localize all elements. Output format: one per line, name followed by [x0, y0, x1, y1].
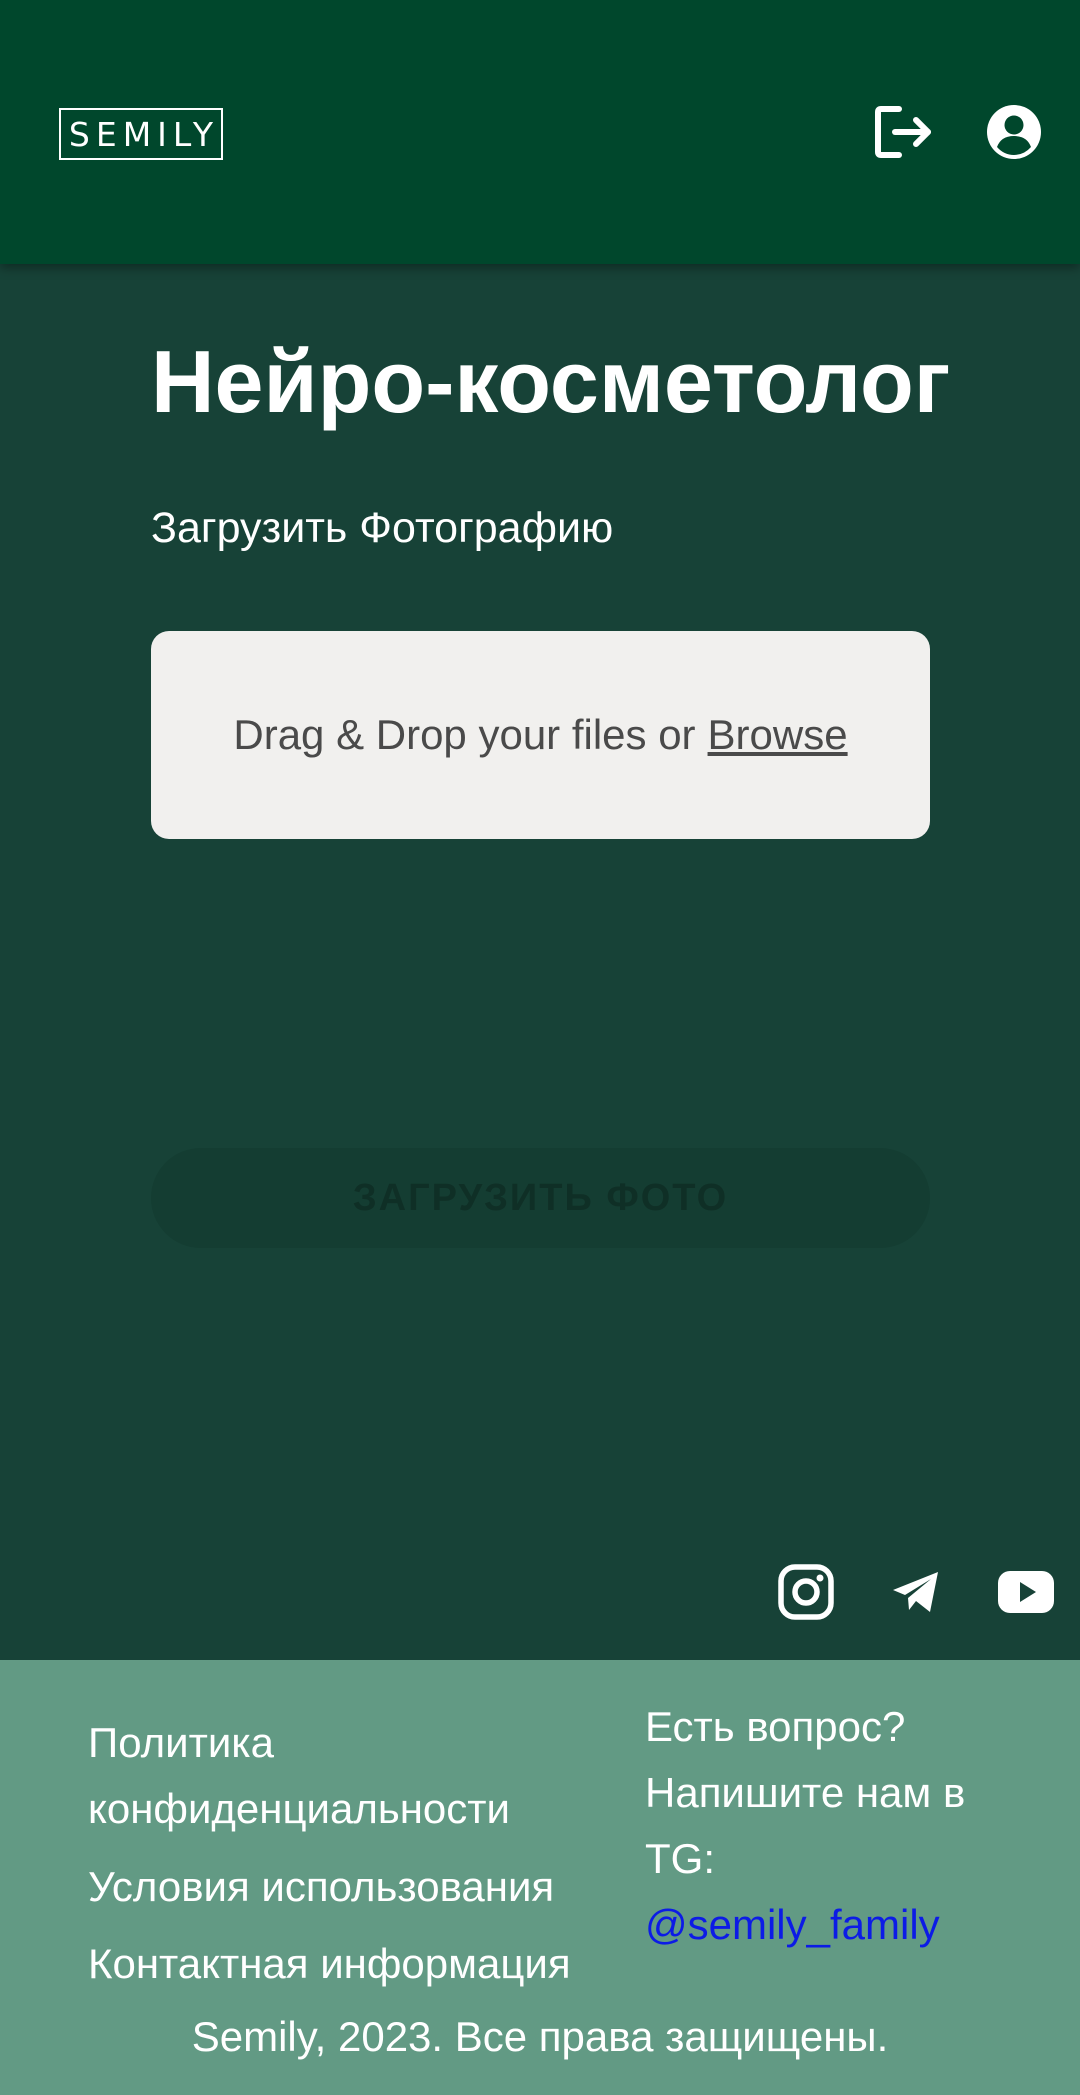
- main-content: Нейро-косметолог Загрузить Фотографию Dr…: [0, 264, 1080, 1660]
- youtube-icon: [998, 1571, 1054, 1613]
- telegram-icon: [893, 1572, 938, 1612]
- account-circle-icon: [987, 105, 1041, 159]
- terms-of-use-link[interactable]: Условия использования: [88, 1854, 608, 1920]
- file-dropzone[interactable]: Drag & Drop your files or Browse: [151, 631, 930, 839]
- contact-write-us: Напишите нам в: [645, 1769, 966, 1816]
- instagram-icon: [778, 1564, 834, 1620]
- upload-photo-label: Загрузить Фотографию: [151, 504, 614, 552]
- page-title: Нейро-косметолог: [151, 332, 951, 431]
- semily-logo[interactable]: SEMILY: [59, 108, 223, 160]
- contact-info-link[interactable]: Контактная информация: [88, 1931, 608, 1997]
- contact-block: Есть вопрос? Напишите нам в TG: @semily_…: [645, 1694, 1065, 1958]
- copyright-text: Semily, 2023. Все права защищены.: [191, 2013, 889, 2060]
- logout-button[interactable]: [872, 100, 936, 164]
- youtube-link[interactable]: [996, 1562, 1056, 1622]
- logout-icon: [875, 106, 931, 158]
- instagram-link[interactable]: [776, 1562, 836, 1622]
- contact-tg-label: TG:: [645, 1835, 715, 1882]
- telegram-handle-link[interactable]: @semily_family: [645, 1892, 1065, 1958]
- telegram-link[interactable]: [886, 1562, 946, 1622]
- privacy-policy-link[interactable]: Политика конфиденциальности: [88, 1710, 608, 1842]
- dropzone-text: Drag & Drop your files or: [233, 711, 696, 758]
- contact-question: Есть вопрос?: [645, 1703, 906, 1750]
- site-footer: Политика конфиденциальности Условия испо…: [0, 1660, 1080, 2095]
- account-button[interactable]: [982, 100, 1046, 164]
- app-header: SEMILY: [0, 0, 1080, 264]
- browse-link[interactable]: Browse: [708, 711, 848, 759]
- upload-photo-button[interactable]: ЗАГРУЗИТЬ ФОТО: [151, 1148, 930, 1248]
